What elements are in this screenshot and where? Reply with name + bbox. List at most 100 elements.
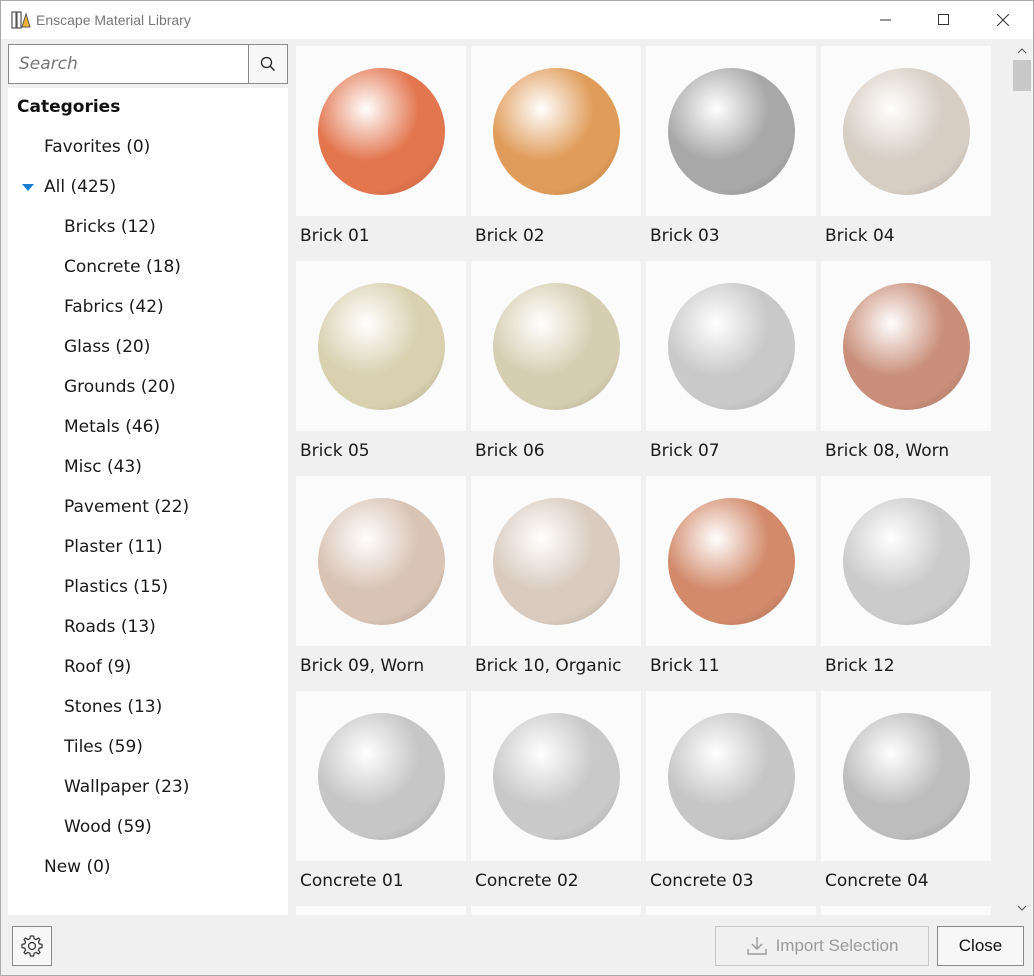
material-thumbnail[interactable] [821,46,991,216]
material-card[interactable]: Concrete 01 [296,691,466,896]
material-card-partial[interactable] [296,906,466,915]
import-selection-button[interactable]: Import Selection [715,926,929,966]
material-sphere-preview [667,67,795,195]
material-card-partial[interactable] [646,906,816,915]
material-card[interactable]: Brick 11 [646,476,816,681]
category-item[interactable]: Misc (43) [64,457,142,477]
material-card[interactable]: Brick 03 [646,46,816,251]
material-grid: Brick 01 Brick 02 Brick 03 Brick 04 Brick 05… [296,46,1006,915]
maximize-icon [938,14,949,25]
category-item[interactable]: Concrete (18) [64,257,181,277]
category-item[interactable]: Roads (13) [64,617,156,637]
material-thumbnail[interactable] [296,46,466,216]
category-all[interactable]: All (425) [44,177,116,197]
material-sphere-preview [842,497,970,625]
close-icon [997,14,1009,26]
material-label: Concrete 01 [300,871,404,891]
material-card[interactable]: Brick 05 [296,261,466,466]
close-button-label: Close [958,936,1003,955]
material-card[interactable]: Brick 06 [471,261,641,466]
material-label: Brick 09, Worn [300,656,425,676]
material-sphere-preview [317,497,445,625]
category-item[interactable]: Metals (46) [64,417,160,437]
material-sphere-preview [842,712,970,840]
material-sphere-preview [667,282,795,410]
category-item[interactable]: Plaster (11) [64,537,163,557]
material-thumbnail[interactable] [296,476,466,646]
category-item[interactable]: Roof (9) [64,657,131,677]
category-item[interactable]: Wallpaper (23) [64,777,189,797]
material-card[interactable]: Brick 02 [471,46,641,251]
material-label: Brick 03 [650,226,720,246]
material-thumbnail[interactable] [646,476,816,646]
material-thumbnail[interactable] [471,476,641,646]
import-selection-label: Import Selection [775,936,899,955]
category-item[interactable]: Glass (20) [64,337,150,357]
material-card[interactable]: Brick 04 [821,46,991,251]
material-sphere-preview [492,67,620,195]
search-icon [260,56,275,71]
search-box [8,44,249,84]
category-item[interactable]: Plastics (15) [64,577,168,597]
material-card[interactable]: Brick 07 [646,261,816,466]
category-new[interactable]: New (0) [44,857,111,877]
material-sphere-preview [667,712,795,840]
scroll-up-button[interactable] [1011,44,1033,58]
material-card-partial[interactable] [471,906,641,915]
material-label: Brick 06 [475,441,545,461]
scrollbar-thumb[interactable] [1013,60,1031,91]
material-card-partial[interactable] [821,906,991,915]
material-card[interactable]: Brick 12 [821,476,991,681]
category-item[interactable]: Tiles (59) [64,737,143,757]
material-card[interactable]: Brick 09, Worn [296,476,466,681]
material-thumbnail[interactable] [471,691,641,861]
grid-scrollbar[interactable] [1011,44,1033,915]
material-label: Concrete 02 [475,871,579,891]
category-favorites[interactable]: Favorites (0) [44,137,150,157]
material-thumbnail[interactable] [821,691,991,861]
material-thumbnail[interactable] [646,691,816,861]
material-thumbnail[interactable] [296,691,466,861]
scroll-down-button[interactable] [1011,901,1033,915]
category-item[interactable]: Pavement (22) [64,497,189,517]
enscape-app-icon [11,11,31,29]
material-thumbnail[interactable] [471,261,641,431]
search-input[interactable] [9,45,249,83]
material-thumbnail[interactable] [821,476,991,646]
expand-triangle-icon[interactable] [22,184,34,191]
search-button[interactable] [248,44,288,84]
minimize-button[interactable] [857,1,915,39]
material-card[interactable]: Concrete 02 [471,691,641,896]
window-close-button[interactable] [974,1,1032,39]
material-thumbnail[interactable] [471,46,641,216]
category-item[interactable]: Fabrics (42) [64,297,164,317]
material-card[interactable]: Brick 10, Organic [471,476,641,681]
settings-button[interactable] [12,926,52,966]
gear-icon [21,935,43,957]
material-label: Brick 11 [650,656,720,676]
material-library-window: Enscape Material Library Categories Favo… [0,0,1034,976]
material-card[interactable]: Brick 08, Worn [821,261,991,466]
category-item[interactable]: Grounds (20) [64,377,176,397]
chevron-down-icon [1017,905,1027,911]
category-item[interactable]: Wood (59) [64,817,152,837]
category-item[interactable]: Bricks (12) [64,217,156,237]
chevron-up-icon [1017,48,1027,54]
window-title: Enscape Material Library [36,12,191,28]
material-label: Brick 02 [475,226,545,246]
category-item[interactable]: Stones (13) [64,697,162,717]
close-button[interactable]: Close [937,926,1024,966]
material-card[interactable]: Brick 01 [296,46,466,251]
material-thumbnail[interactable] [646,46,816,216]
material-thumbnail[interactable] [296,261,466,431]
maximize-button[interactable] [915,1,973,39]
material-sphere-preview [317,282,445,410]
material-card[interactable]: Concrete 04 [821,691,991,896]
material-label: Brick 07 [650,441,720,461]
download-icon [746,937,767,955]
material-thumbnail[interactable] [821,261,991,431]
material-sphere-preview [667,497,795,625]
material-thumbnail[interactable] [646,261,816,431]
minimize-icon [880,19,891,21]
material-card[interactable]: Concrete 03 [646,691,816,896]
